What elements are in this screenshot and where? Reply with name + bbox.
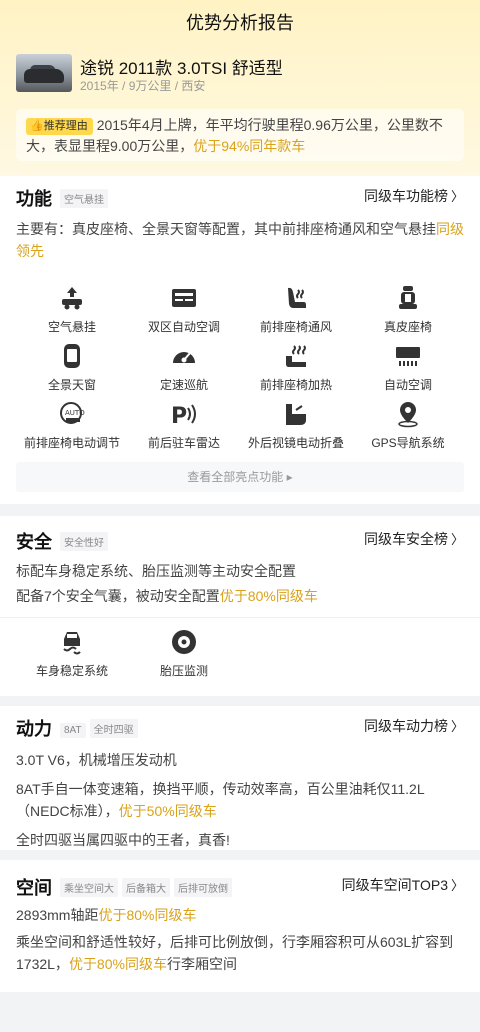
function-rank-link[interactable]: 同级车功能榜〉: [364, 186, 464, 206]
safety-rank-link[interactable]: 同级车安全榜〉: [364, 529, 464, 549]
svg-text:P: P: [171, 404, 187, 428]
safety-chip: 安全性好: [60, 532, 108, 551]
feature-item[interactable]: 全景天窗: [16, 342, 128, 400]
space-chip: 后备箱大: [122, 878, 170, 897]
feature-item[interactable]: 胎压监测: [128, 628, 240, 686]
report-header: 优势分析报告 途锐 2011款 3.0TSI 舒适型 2015年 / 9万公里 …: [0, 0, 480, 176]
tire-pressure-icon: [170, 628, 198, 656]
seat-ventilation-icon: [282, 284, 310, 312]
recommend-reason: 👍推荐理由 2015年4月上牌，年平均行驶里程0.96万公里，公里数不大，表显里程…: [16, 109, 464, 161]
power-line-1: 3.0T V6，机械增压发动机: [16, 752, 177, 768]
power-chip: 8AT: [60, 723, 86, 738]
feature-item[interactable]: 车身稳定系统: [16, 628, 128, 686]
feature-item[interactable]: 空气悬挂: [16, 284, 128, 342]
safety-feature-grid: 车身稳定系统 胎压监测: [16, 628, 464, 686]
panoramic-sunroof-icon: [58, 342, 86, 370]
mirror-fold-icon: [282, 400, 310, 428]
feature-item[interactable]: 双区自动空调: [128, 284, 240, 342]
feature-item[interactable]: 前排座椅通风: [240, 284, 352, 342]
feature-item[interactable]: 真皮座椅: [352, 284, 464, 342]
safety-title: 安全: [16, 532, 52, 552]
auto-ac-icon: [394, 342, 422, 370]
space-rank-link[interactable]: 同级车空间TOP3 〉: [342, 875, 464, 895]
power-title: 动力: [16, 719, 52, 739]
function-card: 功能 空气悬挂 同级车功能榜〉 主要有：真皮座椅、全景天窗等配置，其中前排座椅通…: [0, 176, 480, 504]
feature-item[interactable]: 自动空调: [352, 342, 464, 400]
power-card: 动力 8AT 全时四驱 同级车动力榜〉 3.0T V6，机械增压发动机 8AT手自…: [0, 706, 480, 850]
dual-zone-ac-icon: [170, 284, 198, 312]
car-thumbnail: [16, 54, 72, 92]
gps-icon: [394, 400, 422, 428]
space-title: 空间: [16, 878, 52, 898]
triangle-right-icon: ▸: [286, 470, 293, 484]
feature-item[interactable]: 前排座椅加热: [240, 342, 352, 400]
stability-control-icon: [58, 628, 86, 656]
power-rank-link[interactable]: 同级车动力榜〉: [364, 716, 464, 736]
power-line-3: 全时四驱当属四驱中的王者，真香!: [16, 832, 230, 848]
function-feature-grid: 空气悬挂 双区自动空调 前排座椅通风 真皮座椅 全景天窗 定速巡航 前排座椅加热…: [16, 284, 464, 458]
safety-card: 安全 安全性好 同级车安全榜〉 标配车身稳定系统、胎压监测等主动安全配置 配备7…: [0, 516, 480, 696]
space-card: 空间 乘坐空间大 后备箱大 后排可放倒 同级车空间TOP3 〉 2893mm轴距优于8…: [0, 860, 480, 992]
feature-item[interactable]: P 前后驻车雷达: [128, 400, 240, 458]
thumbs-up-icon: 👍: [30, 120, 44, 132]
svg-text:AUTO: AUTO: [65, 409, 85, 417]
parking-radar-icon: P: [170, 400, 198, 428]
function-title: 功能: [16, 189, 52, 209]
chevron-right-icon: 〉: [450, 878, 464, 893]
car-summary[interactable]: 途锐 2011款 3.0TSI 舒适型 2015年 / 9万公里 / 西安: [16, 54, 466, 94]
safety-line-1: 标配车身稳定系统、胎压监测等主动安全配置: [16, 563, 296, 579]
cruise-control-icon: [170, 342, 198, 370]
feature-item[interactable]: 定速巡航: [128, 342, 240, 400]
chevron-right-icon: 〉: [450, 719, 464, 734]
leather-seat-icon: [394, 284, 422, 312]
car-name: 途锐 2011款 3.0TSI 舒适型: [80, 59, 283, 78]
space-line-2: 乘坐空间和舒适性较好，后排可比例放倒，行李厢容积可从603L扩容到1732L，优…: [16, 934, 454, 972]
seat-heating-icon: [282, 342, 310, 370]
recommend-badge: 👍推荐理由: [26, 118, 93, 135]
function-chip: 空气悬挂: [60, 189, 108, 208]
feature-item[interactable]: 外后视镜电动折叠: [240, 400, 352, 458]
reason-highlight: 优于94%同年款车: [193, 138, 306, 154]
safety-line-2: 配备7个安全气囊，被动安全配置优于80%同级车: [16, 588, 318, 604]
chevron-right-icon: 〉: [450, 189, 464, 204]
feature-item[interactable]: AUTO 前排座椅电动调节: [16, 400, 128, 458]
chevron-right-icon: 〉: [450, 532, 464, 547]
power-seat-icon: AUTO: [58, 400, 86, 428]
power-line-2: 8AT手自一体变速箱，换挡平顺，传动效率高，百公里油耗仅11.2L（NEDC标准…: [16, 781, 425, 819]
feature-item[interactable]: GPS导航系统: [352, 400, 464, 458]
page-title: 优势分析报告: [186, 13, 294, 33]
space-chip: 乘坐空间大: [60, 878, 118, 897]
view-all-features-button[interactable]: 查看全部亮点功能 ▸: [16, 462, 464, 492]
space-chip: 后排可放倒: [174, 878, 232, 897]
space-line-1: 2893mm轴距优于80%同级车: [16, 907, 197, 923]
car-meta: 2015年 / 9万公里 / 西安: [80, 79, 206, 93]
function-desc: 主要有：真皮座椅、全景天窗等配置，其中前排座椅通风和空气悬挂同级领先: [16, 221, 464, 259]
air-suspension-icon: [58, 284, 86, 312]
power-chip: 全时四驱: [89, 719, 138, 738]
